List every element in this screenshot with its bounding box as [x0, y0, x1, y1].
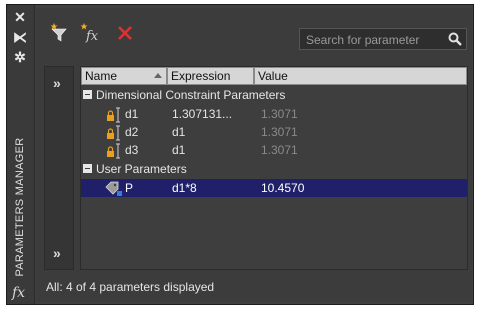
parameters-grid: Name Expression Value Dimensional Constr… [80, 66, 468, 270]
search-box [299, 28, 467, 50]
param-name: d3 [125, 143, 139, 157]
param-expression[interactable]: d1 [172, 141, 185, 159]
status-text: All: 4 of 4 parameters displayed [46, 280, 215, 294]
fx-star-icon: fx [80, 23, 99, 44]
delete-parameter-button[interactable] [114, 22, 136, 44]
param-expression[interactable]: 1.307131... [172, 105, 232, 123]
column-header-expression[interactable]: Expression [167, 67, 254, 85]
new-parameter-filter-button[interactable] [50, 22, 72, 44]
param-expression[interactable]: d1*8 [172, 179, 197, 197]
param-name: P [125, 181, 134, 195]
palette-content: fx » » [36, 8, 472, 302]
param-value: 10.4570 [261, 181, 305, 195]
table-row[interactable]: d3 d1 1.3071 [81, 141, 467, 159]
parameters-manager-palette: ✕ ⧔ ✲ PARAMETERS MANAGER fx fx Search fo… [6, 4, 474, 305]
search-input[interactable] [304, 31, 448, 49]
table-row[interactable]: P d1*8 10.4570 [81, 179, 467, 197]
delete-x-icon [118, 26, 132, 40]
collapse-box-icon[interactable] [83, 90, 92, 99]
palette-title-bar[interactable]: ✕ ⧔ ✲ PARAMETERS MANAGER fx [7, 5, 35, 304]
param-expression[interactable]: d1 [172, 123, 185, 141]
user-parameter-tag-icon [105, 181, 125, 202]
param-value: 1.3071 [261, 125, 298, 139]
filter-tree-pane: » » [44, 66, 74, 270]
param-name: d2 [125, 125, 139, 139]
expand-filter-tree-button[interactable]: » [53, 75, 61, 91]
toolbar: fx [36, 8, 472, 54]
table-row[interactable]: d2 d1 1.3071 [81, 123, 467, 141]
funnel-star-icon [50, 23, 67, 42]
svg-text:fx: fx [85, 29, 99, 44]
expand-filter-tree-bottom-button[interactable]: » [53, 245, 61, 261]
search-icon[interactable] [448, 32, 462, 51]
sort-ascending-icon [154, 73, 162, 78]
param-value: 1.3071 [261, 143, 298, 157]
column-header-value[interactable]: Value [254, 67, 467, 85]
palette-title: PARAMETERS MANAGER [14, 137, 26, 277]
properties-button[interactable]: ✲ [10, 49, 30, 65]
group-user-parameters[interactable]: User Parameters [83, 161, 187, 177]
column-header-name[interactable]: Name [81, 67, 167, 85]
table-row[interactable]: d1 1.307131... 1.3071 [81, 105, 467, 123]
group-dimensional-constraint-parameters[interactable]: Dimensional Constraint Parameters [83, 87, 285, 103]
auto-hide-button[interactable]: ⧔ [10, 29, 30, 45]
collapse-box-icon[interactable] [83, 164, 92, 173]
param-value: 1.3071 [261, 107, 298, 121]
param-name: d1 [125, 107, 139, 121]
close-button[interactable]: ✕ [10, 9, 30, 25]
new-user-parameter-button[interactable]: fx [80, 22, 102, 44]
fx-icon: fx [12, 285, 26, 301]
